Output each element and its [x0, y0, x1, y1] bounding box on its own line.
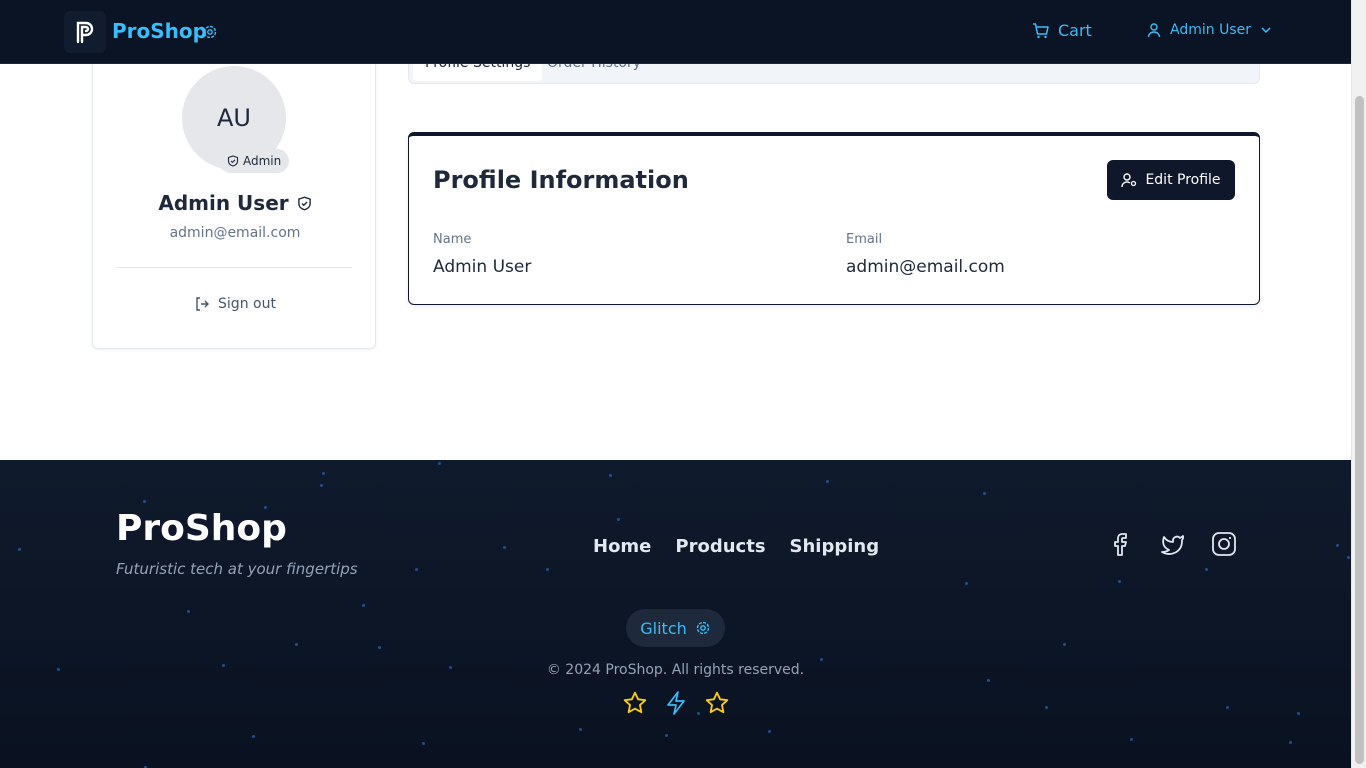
name-field-label: Name	[433, 232, 472, 247]
chevron-down-icon	[1261, 27, 1271, 34]
particle	[1130, 738, 1133, 741]
user-menu-button[interactable]: Admin User	[1146, 22, 1273, 38]
user-menu-label: Admin User	[1170, 22, 1251, 38]
cart-button[interactable]: Cart	[1032, 21, 1092, 40]
particle	[1205, 568, 1208, 571]
particle	[987, 679, 990, 682]
scrollbar-thumb[interactable]	[1355, 96, 1364, 764]
role-badge-label: Admin	[243, 154, 282, 168]
profile-email: admin@email.com	[169, 225, 301, 241]
edit-profile-button[interactable]: Edit Profile	[1107, 160, 1235, 200]
copyright-text: © 2024 ProShop. All rights reserved.	[546, 662, 805, 678]
particle	[438, 462, 441, 465]
profile-name-text: Admin User	[158, 191, 289, 215]
particle	[1289, 741, 1292, 744]
particle	[609, 474, 612, 477]
page-scrollbar[interactable]	[1351, 0, 1366, 768]
gear-icon	[696, 621, 709, 635]
particle	[143, 500, 146, 503]
particle	[1347, 556, 1350, 559]
particle	[1336, 544, 1339, 547]
profile-name: Admin User	[93, 191, 377, 215]
brand-name[interactable]: ProShop	[112, 19, 207, 43]
particle	[579, 728, 582, 731]
name-field-value: Admin User	[433, 257, 532, 277]
particle	[965, 582, 968, 585]
particle	[252, 735, 255, 738]
lightning-icon	[667, 691, 685, 715]
shield-check-icon	[227, 155, 239, 167]
social-links	[1106, 530, 1238, 558]
star-icon	[623, 691, 647, 714]
particle	[187, 610, 190, 613]
sign-out-label: Sign out	[218, 296, 276, 312]
particle	[820, 658, 823, 661]
profile-sidebar-card: AU Admin Admin User admin@email.com Sign…	[92, 40, 376, 349]
role-badge: Admin	[219, 149, 290, 173]
sign-out-button[interactable]: Sign out	[93, 296, 377, 312]
divider	[116, 267, 352, 268]
avatar-initials: AU	[217, 104, 251, 132]
section-title: Profile Information	[433, 166, 689, 194]
facebook-icon[interactable]	[1106, 530, 1134, 558]
footer-link-products[interactable]: Products	[675, 536, 765, 557]
email-field-label: Email	[846, 232, 883, 247]
gear-icon	[203, 25, 217, 39]
user-icon	[1147, 23, 1161, 38]
footer-brand: ProShop	[116, 508, 287, 549]
particle	[546, 568, 549, 571]
logo-icon[interactable]	[64, 11, 106, 53]
particle	[295, 643, 298, 646]
particle	[322, 472, 325, 475]
particle	[826, 480, 829, 483]
particle	[665, 734, 668, 737]
twitter-icon[interactable]	[1158, 530, 1186, 558]
footer: ProShop Futuristic tech at your fingerti…	[0, 460, 1351, 768]
footer-link-shipping[interactable]: Shipping	[790, 536, 880, 557]
email-field-value: admin@email.com	[846, 257, 1005, 277]
edit-profile-label: Edit Profile	[1145, 172, 1221, 188]
particle	[768, 730, 771, 733]
top-navbar: ProShop Cart Admin User	[0, 0, 1351, 64]
particle	[422, 742, 425, 745]
sign-out-icon	[196, 297, 210, 311]
profile-information-card: Profile Information Edit Profile Name Ad…	[408, 132, 1260, 305]
particle	[320, 484, 323, 487]
star-icon	[705, 691, 729, 714]
particle	[415, 568, 418, 571]
cart-label: Cart	[1058, 21, 1092, 40]
user-edit-icon	[1121, 173, 1137, 188]
particle	[1063, 643, 1066, 646]
particle	[1297, 712, 1300, 715]
glitch-button[interactable]: Glitch	[626, 609, 725, 647]
glitch-label: Glitch	[640, 618, 687, 638]
particle	[1226, 706, 1229, 709]
particle	[983, 492, 986, 495]
particle	[18, 548, 21, 551]
footer-link-home[interactable]: Home	[593, 536, 651, 557]
particle	[362, 604, 365, 607]
cart-icon	[1033, 22, 1049, 38]
particle	[503, 546, 506, 549]
instagram-icon[interactable]	[1210, 530, 1238, 558]
footer-tagline: Futuristic tech at your fingertips	[116, 560, 358, 578]
particle	[1045, 706, 1048, 709]
particle	[1118, 580, 1121, 583]
particle	[378, 646, 381, 649]
particle	[617, 518, 620, 521]
shield-check-icon	[297, 196, 311, 210]
footer-decor-icons	[622, 690, 730, 716]
footer-nav: Home Products Shipping	[593, 536, 879, 557]
